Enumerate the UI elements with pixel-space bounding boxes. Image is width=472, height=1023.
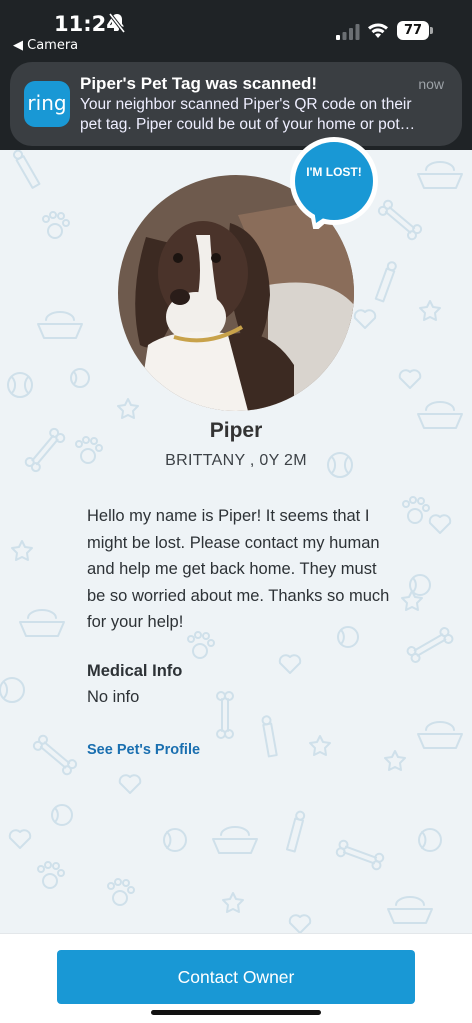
medical-info-heading: Medical Info (87, 662, 183, 680)
bone-icon (377, 199, 423, 241)
star-icon (419, 300, 441, 321)
lost-badge-text: I'M LOST! (306, 165, 362, 179)
ball-icon (418, 828, 442, 852)
star-icon (384, 750, 406, 771)
notification-body-line: pet tag. Piper could be out of your home… (80, 116, 416, 133)
star-icon (309, 735, 331, 756)
heart-icon (278, 654, 302, 674)
back-to-camera-link[interactable]: ◀ Camera (13, 38, 78, 53)
ball-icon (51, 804, 73, 826)
paw-icon (402, 496, 430, 524)
star-icon (117, 398, 139, 419)
medical-info-value: No info (87, 688, 140, 706)
wifi-icon (368, 23, 388, 38)
bone-icon (406, 627, 454, 663)
food-bowl-icon (212, 826, 258, 854)
paw-icon (107, 878, 135, 906)
notification-body: Your neighbor scanned Piper's QR code on… (80, 95, 452, 135)
food-bowl-icon (417, 721, 463, 749)
heart-icon (118, 774, 142, 794)
push-notification[interactable]: ring Piper's Pet Tag was scanned! now Yo… (10, 62, 462, 146)
heart-icon (428, 514, 452, 534)
heart-icon (398, 369, 422, 389)
ring-app-logo: ring (24, 81, 70, 127)
food-bowl-icon (37, 311, 83, 339)
notification-title: Piper's Pet Tag was scanned! (80, 74, 318, 93)
star-icon (401, 590, 423, 611)
lost-message: Hello my name is Piper! It seems that I … (87, 507, 390, 631)
home-indicator[interactable] (151, 1010, 321, 1015)
paw-icon (37, 861, 65, 889)
food-bowl-icon (417, 161, 463, 189)
bone-icon (32, 734, 78, 776)
bone-icon (216, 691, 234, 739)
notification-body-line: Your neighbor scanned Piper's QR code on… (80, 96, 412, 113)
toy-icon (261, 715, 278, 758)
paw-icon (187, 631, 215, 659)
pet-breed-age: BRITTANY , 0Y 2M (165, 452, 307, 469)
toy-icon (13, 150, 41, 189)
toy-icon (285, 810, 306, 853)
pet-name: Piper (209, 419, 263, 442)
status-bar: 11:24 ◀ Camera 77 (0, 0, 472, 58)
heart-icon (8, 829, 32, 849)
bone-icon (335, 839, 385, 871)
paw-icon (42, 211, 70, 239)
star-icon (11, 540, 33, 561)
ball-icon (7, 372, 33, 398)
star-icon (222, 892, 244, 913)
food-bowl-icon (387, 896, 433, 924)
lost-speech-bubble (290, 137, 378, 229)
ball-icon (163, 828, 187, 852)
contact-owner-button[interactable]: Contact Owner (57, 950, 415, 1004)
see-pet-profile-link[interactable]: See Pet's Profile (87, 742, 200, 758)
food-bowl-icon (19, 609, 65, 637)
cellular-signal-icon (336, 24, 360, 40)
battery-indicator: 77 (397, 21, 433, 40)
notification-time: now (418, 76, 444, 92)
ball-icon (0, 677, 25, 703)
toy-icon (374, 261, 397, 303)
heart-icon (288, 914, 312, 934)
bell-muted-icon (108, 12, 126, 34)
ball-icon (70, 368, 90, 388)
heart-icon (353, 309, 377, 329)
